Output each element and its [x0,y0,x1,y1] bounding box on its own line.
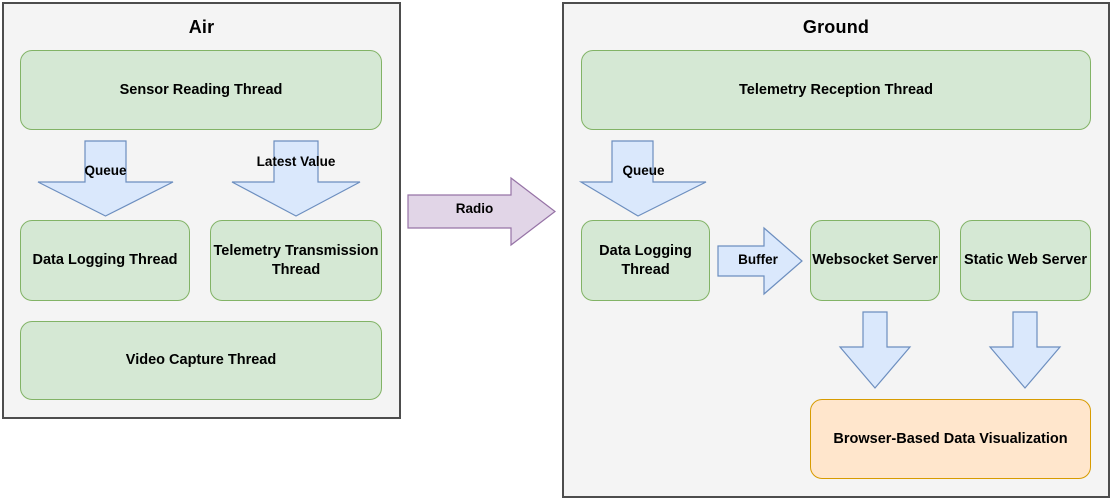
node-browser-based-data-visualization[interactable]: Browser-Based Data Visualization [810,399,1091,479]
node-sensor-reading-thread[interactable]: Sensor Reading Thread [20,50,382,130]
arrow-queue-air[interactable]: Queue [37,140,174,217]
node-telemetry-transmission-thread[interactable]: Telemetry Transmission Thread [210,220,382,301]
node-label: Telemetry Transmission Thread [213,242,379,278]
node-websocket-server[interactable]: Websocket Server [810,220,940,301]
arrow-down-shape [838,311,912,389]
node-label: Browser-Based Data Visualization [833,430,1068,447]
arrow-static-web-to-viz[interactable] [988,311,1062,389]
arrow-down-shape [578,140,707,217]
node-label: Sensor Reading Thread [119,81,283,98]
arrow-radio-link[interactable]: Radio [407,176,556,247]
node-label: Data Logging Thread [32,252,178,269]
node-data-logging-thread-air[interactable]: Data Logging Thread [20,220,190,301]
arrow-right-shape [717,226,803,296]
arrow-down-shape [37,140,174,217]
arrow-latest-value[interactable]: Latest Value [231,140,361,217]
node-label: Static Web Server [963,252,1088,269]
node-label: Telemetry Reception Thread [739,81,933,98]
node-video-capture-thread[interactable]: Video Capture Thread [20,321,382,400]
panel-ground-title: Ground [802,17,870,37]
node-label: Video Capture Thread [125,352,277,369]
node-label: Websocket Server [812,252,938,269]
arrow-buffer[interactable]: Buffer [717,226,803,296]
node-static-web-server[interactable]: Static Web Server [960,220,1091,301]
arrow-down-shape [988,311,1062,389]
panel-air-title: Air [188,17,215,37]
arrow-down-shape [231,140,361,217]
node-label: Data Logging Thread [599,242,692,278]
node-telemetry-reception-thread[interactable]: Telemetry Reception Thread [581,50,1091,130]
arrow-queue-ground[interactable]: Queue [578,140,707,217]
node-data-logging-thread-ground[interactable]: Data Logging Thread [581,220,710,301]
arrow-right-shape [407,176,556,247]
arrow-websocket-to-viz[interactable] [838,311,912,389]
